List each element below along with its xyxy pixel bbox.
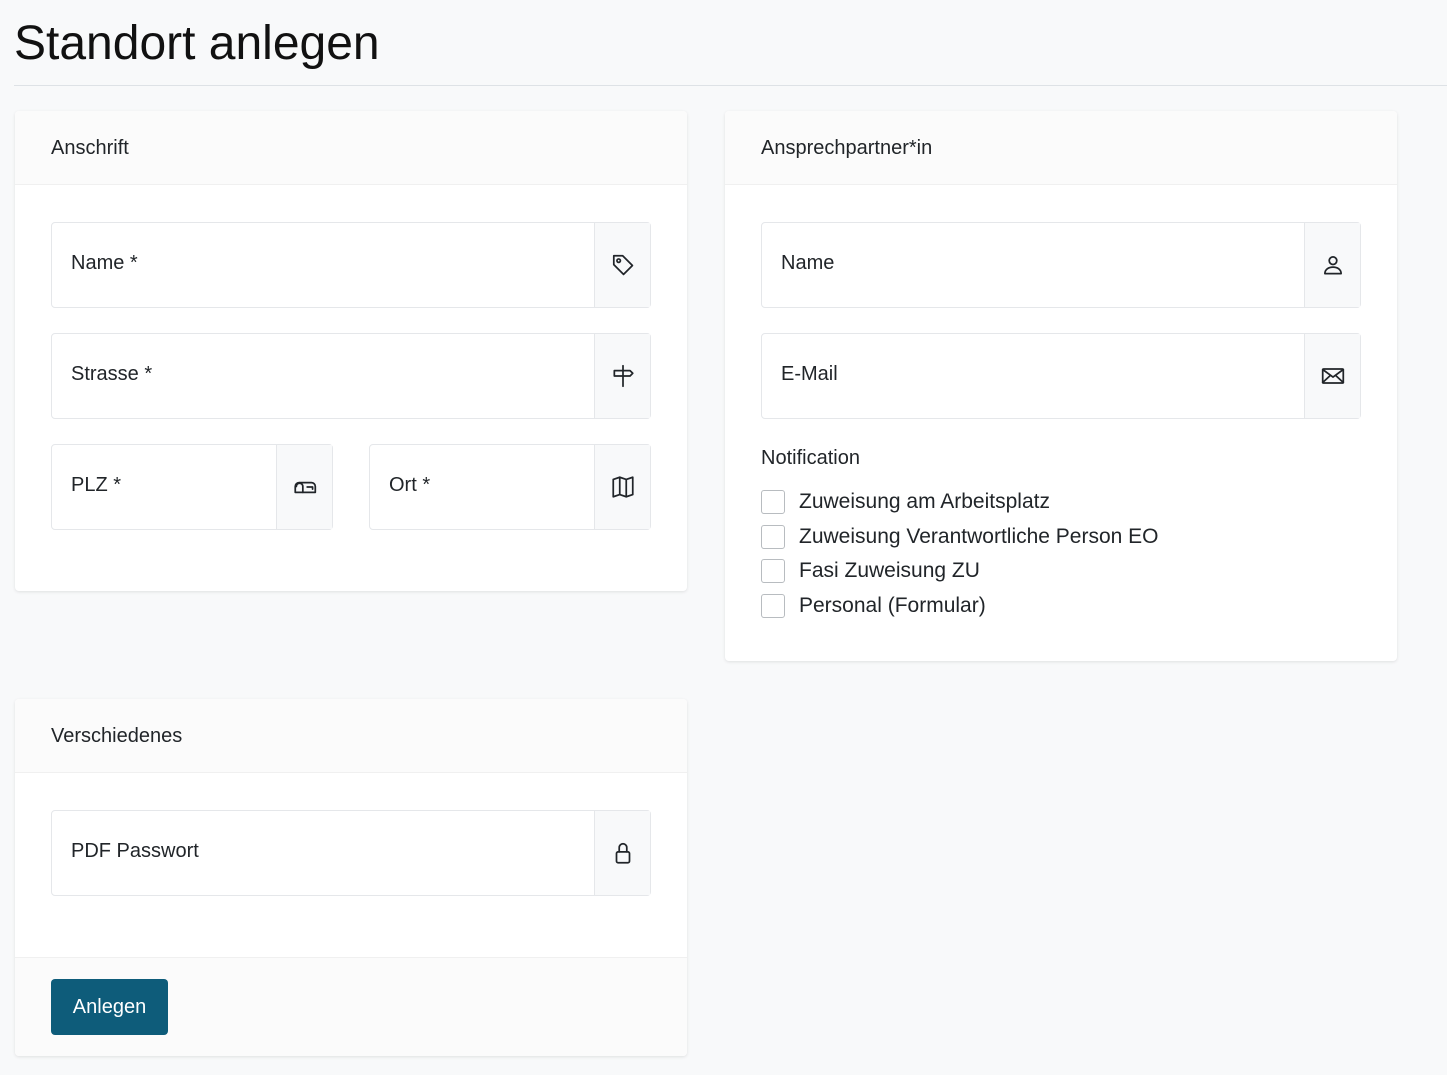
signpost-icon — [594, 334, 650, 418]
notification-heading: Notification — [761, 447, 860, 469]
anschrift-header: Anschrift — [15, 111, 687, 185]
lock-icon — [594, 811, 650, 895]
tag-icon — [594, 223, 650, 307]
submit-button[interactable]: Anlegen — [51, 979, 168, 1035]
contact-name-field[interactable]: Name — [761, 222, 1361, 308]
location-name-field[interactable]: Name * — [51, 222, 651, 308]
zip-field[interactable]: PLZ * — [51, 444, 333, 530]
street-label[interactable]: Strasse * — [52, 334, 594, 418]
checkbox[interactable] — [761, 525, 785, 549]
pdf-password-label[interactable]: PDF Passwort — [52, 811, 594, 895]
page-title: Standort anlegen — [14, 17, 380, 70]
misc-card-footer: Anlegen — [15, 957, 687, 1056]
street-field[interactable]: Strasse * — [51, 333, 651, 419]
misc-header: Verschiedenes — [15, 699, 687, 773]
contact-card: Ansprechpartner*in Name E-Mail Notificat… — [725, 111, 1397, 661]
notification-option-label[interactable]: Fasi Zuweisung ZU — [799, 559, 980, 583]
notification-option-arbeitsplatz[interactable]: Zuweisung am Arbeitsplatz — [761, 488, 1050, 516]
title-divider — [14, 85, 1447, 86]
misc-card: Verschiedenes PDF Passwort Anlegen — [15, 699, 687, 1056]
pdf-password-field[interactable]: PDF Passwort — [51, 810, 651, 896]
notification-option-fasi[interactable]: Fasi Zuweisung ZU — [761, 557, 980, 585]
city-field[interactable]: Ort * — [369, 444, 651, 530]
anschrift-card: Anschrift Name * Strasse * PLZ * Ort * — [15, 111, 687, 591]
mailbox-icon — [276, 445, 332, 529]
notification-option-verantwortliche-person[interactable]: Zuweisung Verantwortliche Person EO — [761, 523, 1159, 551]
city-label[interactable]: Ort * — [370, 445, 594, 529]
checkbox[interactable] — [761, 559, 785, 583]
notification-option-label[interactable]: Zuweisung am Arbeitsplatz — [799, 490, 1050, 514]
notification-option-personal[interactable]: Personal (Formular) — [761, 592, 986, 620]
envelope-icon — [1304, 334, 1360, 418]
map-icon — [594, 445, 650, 529]
zip-label[interactable]: PLZ * — [52, 445, 276, 529]
notification-option-label[interactable]: Personal (Formular) — [799, 594, 986, 618]
person-icon — [1304, 223, 1360, 307]
notification-option-label[interactable]: Zuweisung Verantwortliche Person EO — [799, 525, 1159, 549]
checkbox[interactable] — [761, 594, 785, 618]
email-label[interactable]: E-Mail — [762, 334, 1304, 418]
location-name-label[interactable]: Name * — [52, 223, 594, 307]
checkbox[interactable] — [761, 490, 785, 514]
contact-header: Ansprechpartner*in — [725, 111, 1397, 185]
contact-name-label[interactable]: Name — [762, 223, 1304, 307]
email-field[interactable]: E-Mail — [761, 333, 1361, 419]
